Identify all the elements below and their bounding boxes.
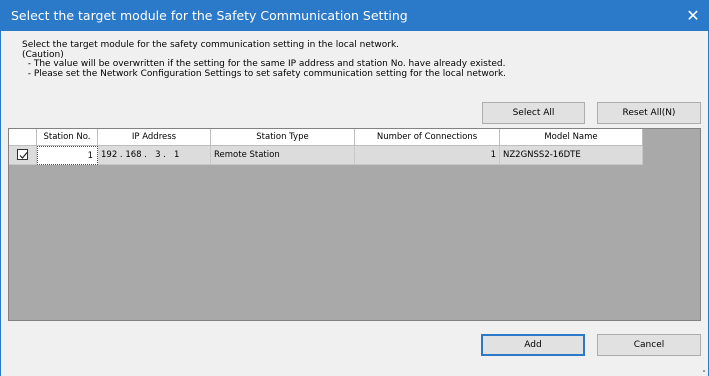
dialog-title: Select the target module for the Safety …	[11, 8, 408, 23]
column-header-ip-address[interactable]: IP Address	[98, 129, 211, 146]
column-header-station-type[interactable]: Station Type	[211, 129, 355, 146]
cell-station-type[interactable]: Remote Station	[211, 146, 355, 165]
reset-all-button[interactable]: Reset All(N)	[597, 102, 701, 124]
description-line: Select the target module for the safety …	[22, 40, 400, 50]
cell-ip-address[interactable]: 192 . 168 . 3 . 1	[98, 146, 211, 165]
cell-station-no[interactable]: 1	[37, 146, 98, 165]
title-bar[interactable]: Select the target module for the Safety …	[1, 1, 708, 31]
column-header-model-name[interactable]: Model Name	[500, 129, 643, 146]
description-line: - Please set the Network Configuration S…	[22, 68, 507, 79]
resize-grip-icon[interactable]	[701, 368, 705, 372]
select-all-button[interactable]: Select All	[482, 102, 585, 124]
column-header-station-no[interactable]: Station No.	[37, 129, 98, 146]
station-table[interactable]: Station No. IP Address Station Type Numb…	[8, 128, 701, 321]
description-text: Select the target module for the safety …	[22, 40, 507, 79]
dialog-window: Select the target module for the Safety …	[0, 0, 709, 376]
column-header-check	[9, 129, 37, 146]
cell-model-name[interactable]: NZ2GNSS2-16DTE	[500, 146, 643, 165]
row-checkbox[interactable]	[17, 149, 28, 160]
checkmark-icon	[19, 152, 28, 159]
column-header-connections[interactable]: Number of Connections	[355, 129, 500, 146]
cancel-button[interactable]: Cancel	[597, 334, 701, 356]
close-icon[interactable]: ✕	[678, 1, 708, 31]
dialog-footer: Add Cancel	[1, 321, 708, 376]
cell-connections[interactable]: 1	[355, 146, 500, 165]
row-checkbox-cell[interactable]	[9, 146, 37, 165]
add-button[interactable]: Add	[481, 334, 585, 356]
